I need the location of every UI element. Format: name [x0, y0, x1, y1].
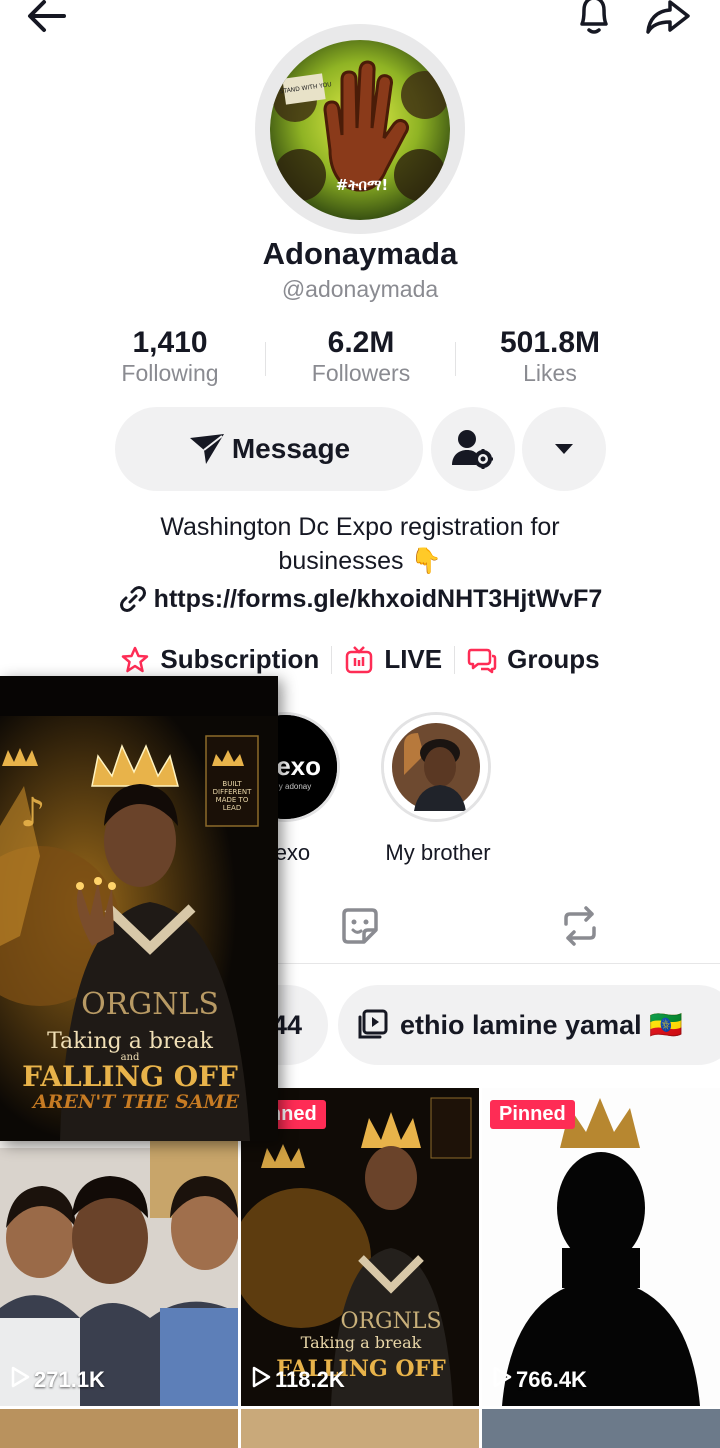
followers-stat[interactable]: 6.2M Followers	[261, 326, 461, 387]
poster-line-5: AREN'T THE SAME	[31, 1091, 240, 1113]
link-icon	[118, 584, 148, 614]
bio-line-1: Washington Dc Expo registration for	[160, 513, 560, 541]
followers-count: 6.2M	[327, 326, 395, 359]
subscription-link[interactable]: Subscription	[120, 644, 319, 675]
back-arrow-icon[interactable]	[24, 0, 72, 40]
poster-line-2: Taking a break	[47, 1029, 214, 1054]
likes-stat[interactable]: 501.8M Likes	[450, 326, 650, 387]
video-3-views: 766.4K	[492, 1366, 587, 1394]
highlight-my-brother-label: My brother	[385, 840, 491, 865]
meta-divider	[331, 645, 333, 674]
following-stat[interactable]: 1,410 Following	[70, 326, 270, 387]
follow-settings-button[interactable]	[431, 407, 515, 491]
video-3-view-count: 766.4K	[516, 1367, 587, 1392]
live-link[interactable]: LIVE	[344, 644, 442, 675]
star-icon	[120, 645, 150, 675]
sticker-icon	[340, 906, 380, 946]
svg-text:ORGNLS: ORGNLS	[340, 1309, 441, 1334]
profile-meta-links: Subscription LIVE Groups	[0, 644, 720, 675]
video-thumbnail-5[interactable]	[241, 1409, 479, 1448]
bell-icon[interactable]	[570, 0, 618, 40]
more-dropdown-button[interactable]	[522, 407, 606, 491]
share-arrow-icon[interactable]	[642, 0, 694, 42]
video-thumbnail-6[interactable]	[482, 1409, 720, 1448]
floating-video-preview[interactable]: ♪ BUILT DIFFERENT MADE TO LEAD ORGNLS Ta…	[0, 676, 278, 1141]
playlist-pill-2[interactable]: ethio lamine yamal 🇪🇹	[338, 985, 720, 1065]
tab-reposts[interactable]	[560, 906, 600, 946]
repost-icon	[560, 906, 600, 946]
chat-bubbles-icon	[467, 645, 497, 675]
poster-line-4: FALLING OFF	[22, 1060, 238, 1093]
svg-text:♪: ♪	[20, 790, 46, 836]
likes-count: 501.8M	[499, 326, 601, 359]
live-label: LIVE	[384, 644, 443, 674]
meta-divider	[454, 645, 456, 674]
groups-link[interactable]: Groups	[467, 644, 600, 675]
play-icon	[492, 1366, 512, 1394]
following-count: 1,410	[132, 326, 208, 359]
play-icon	[10, 1366, 30, 1394]
send-icon	[188, 432, 226, 466]
svg-text:Taking a break: Taking a break	[301, 1333, 422, 1352]
tab-favorites[interactable]	[340, 906, 380, 946]
video-2-view-count: 118.2K	[275, 1367, 345, 1392]
display-name: Adonaymada	[262, 236, 458, 271]
poster-banner: BUILT DIFFERENT MADE TO LEAD	[212, 780, 252, 812]
poster-line-1: ORGNLS	[81, 987, 219, 1022]
play-icon	[251, 1366, 271, 1394]
bio-link-text: https://forms.gle/khxoidNHT3HjtWvF7	[153, 584, 603, 613]
bio-line-2: businesses 👇	[278, 547, 442, 575]
subscription-label: Subscription	[160, 644, 320, 674]
playlist-2-label: ethio lamine yamal 🇪🇹	[400, 1010, 683, 1040]
groups-label: Groups	[507, 644, 600, 674]
pinned-badge: Pinned	[490, 1100, 575, 1129]
caret-down-icon	[553, 442, 575, 456]
video-1-view-count: 271.1K	[34, 1367, 105, 1392]
video-thumbnail-4[interactable]	[0, 1409, 238, 1448]
highlight-my-brother[interactable]	[381, 712, 491, 822]
followers-label: Followers	[311, 360, 411, 386]
message-label: Message	[231, 433, 351, 464]
username: @adonaymada	[281, 276, 439, 302]
avatar-caption: #ትበማ!	[336, 176, 389, 194]
video-2-views: 118.2K	[251, 1366, 345, 1394]
likes-label: Likes	[523, 360, 577, 386]
playlist-icon	[356, 1009, 388, 1041]
tv-icon	[344, 645, 374, 675]
video-1-views: 271.1K	[10, 1366, 105, 1394]
tab-divider	[270, 963, 720, 964]
video-thumbnail-3[interactable]: Pinned 766.4K	[482, 1088, 720, 1406]
avatar[interactable]: I STAND WITH YOU #ትበማ!	[270, 40, 450, 220]
user-settings-icon	[450, 427, 496, 471]
bio-link[interactable]: https://forms.gle/khxoidNHT3HjtWvF7	[0, 584, 720, 614]
message-button[interactable]: Message	[115, 407, 423, 491]
following-label: Following	[121, 360, 219, 386]
lexo-logo-sub: y adonay	[279, 782, 311, 791]
bio: Washington Dc Expo registration for busi…	[0, 510, 720, 578]
